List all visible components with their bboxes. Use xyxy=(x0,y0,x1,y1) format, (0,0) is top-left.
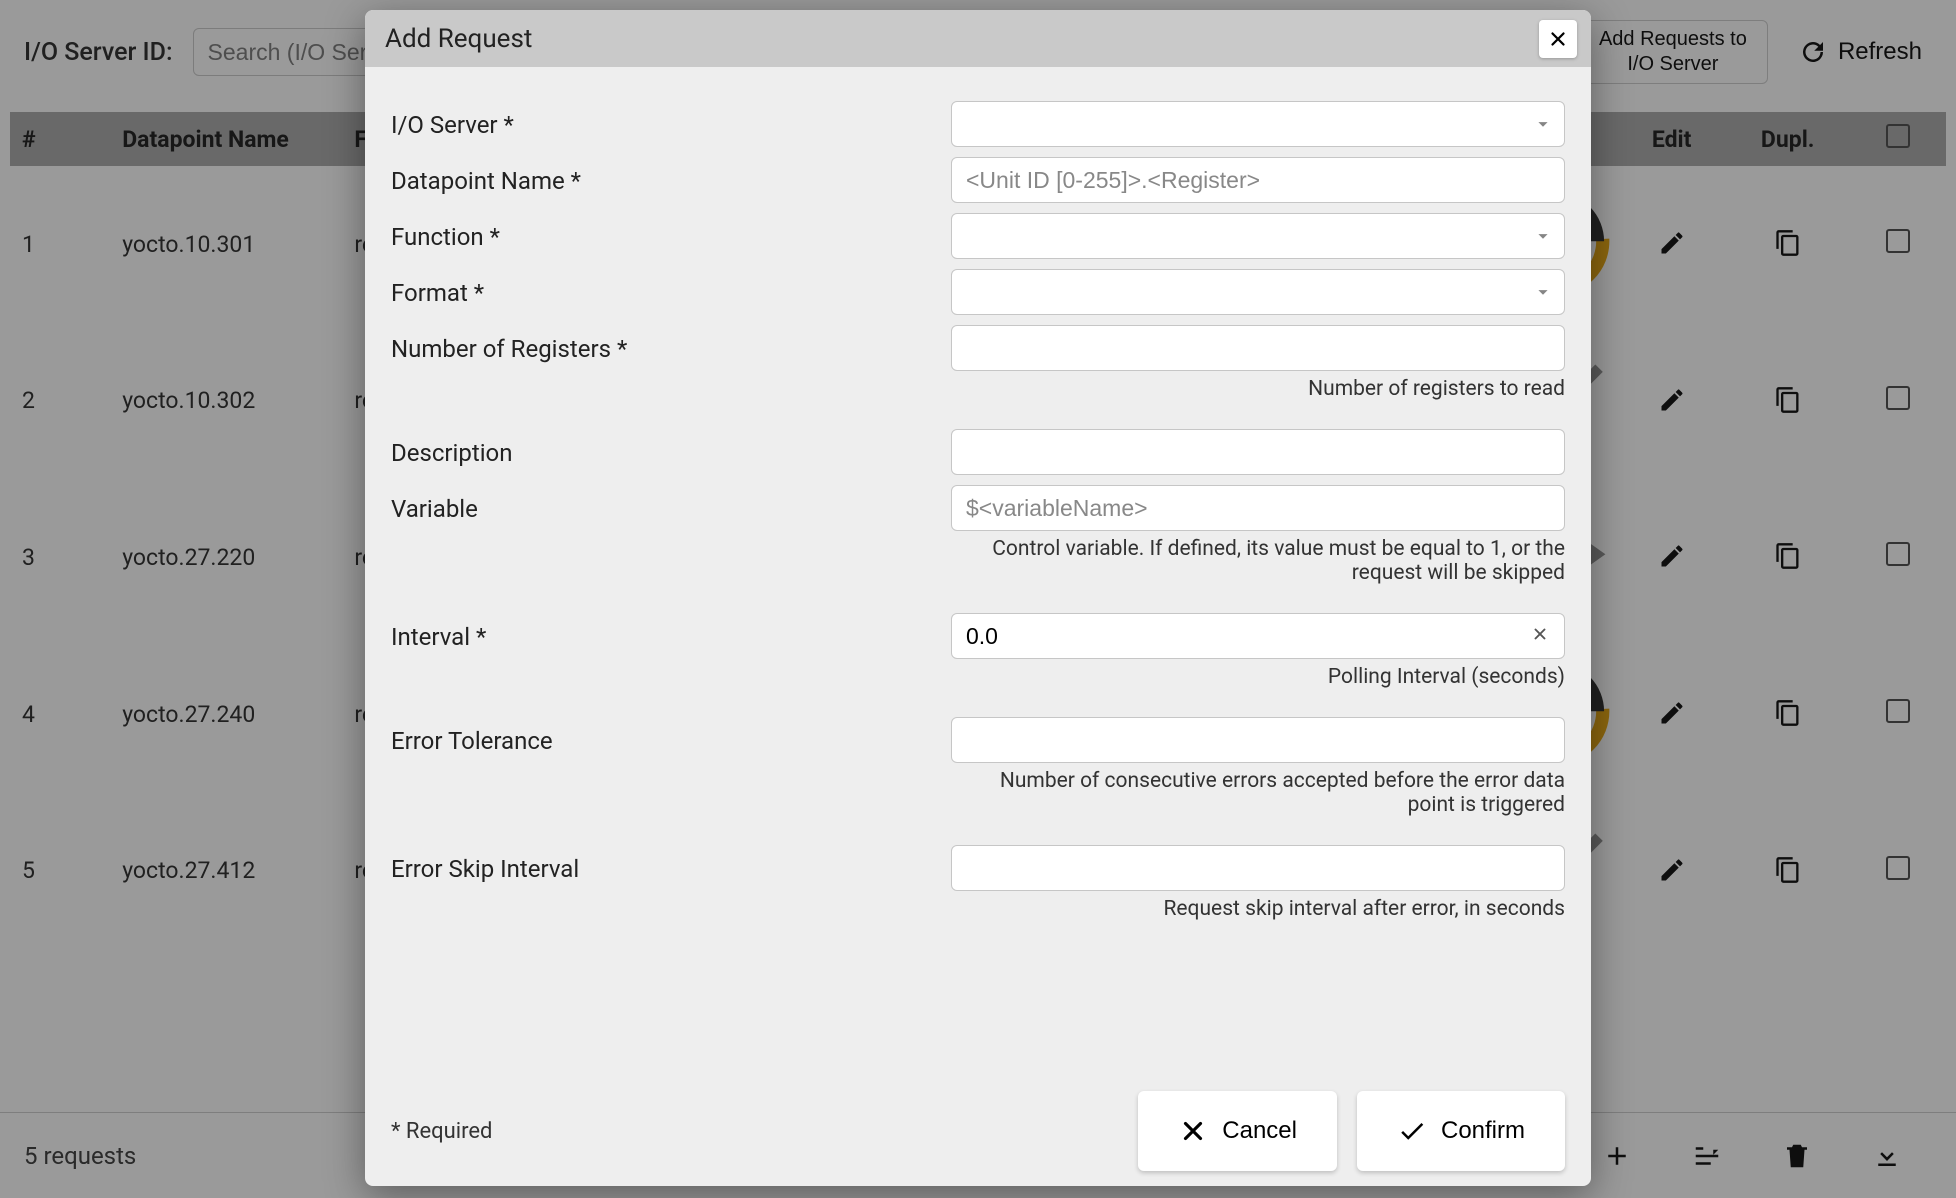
dialog-title: Add Request xyxy=(385,24,532,54)
required-note: * Required xyxy=(391,1119,492,1144)
cancel-button[interactable]: Cancel xyxy=(1138,1091,1337,1171)
confirm-label: Confirm xyxy=(1441,1117,1525,1145)
error-skip-label: Error Skip Interval xyxy=(391,845,951,883)
cancel-label: Cancel xyxy=(1222,1117,1297,1145)
io-server-select[interactable] xyxy=(951,101,1565,147)
datapoint-name-input[interactable] xyxy=(951,157,1565,203)
error-skip-input[interactable] xyxy=(951,845,1565,891)
num-registers-helper: Number of registers to read xyxy=(951,377,1565,401)
close-icon xyxy=(1547,28,1569,50)
description-input[interactable] xyxy=(951,429,1565,475)
error-skip-helper: Request skip interval after error, in se… xyxy=(951,897,1565,921)
variable-helper: Control variable. If defined, its value … xyxy=(951,537,1565,585)
num-registers-input[interactable] xyxy=(951,325,1565,371)
io-server-label: I/O Server * xyxy=(391,101,951,139)
dialog-close-button[interactable] xyxy=(1539,20,1577,58)
error-tolerance-label: Error Tolerance xyxy=(391,717,951,755)
add-request-dialog: Add Request I/O Server * Datapoint Name … xyxy=(365,10,1591,1186)
error-tolerance-input[interactable] xyxy=(951,717,1565,763)
variable-input[interactable] xyxy=(951,485,1565,531)
description-label: Description xyxy=(391,429,951,467)
interval-helper: Polling Interval (seconds) xyxy=(951,665,1565,689)
confirm-button[interactable]: Confirm xyxy=(1357,1091,1565,1171)
interval-input[interactable] xyxy=(951,613,1565,659)
datapoint-name-label: Datapoint Name * xyxy=(391,157,951,195)
chevron-down-icon xyxy=(1532,281,1554,303)
chevron-down-icon xyxy=(1532,225,1554,247)
error-tolerance-helper: Number of consecutive errors accepted be… xyxy=(951,769,1565,817)
variable-label: Variable xyxy=(391,485,951,523)
check-icon xyxy=(1397,1116,1427,1146)
chevron-down-icon xyxy=(1532,113,1554,135)
interval-clear-button[interactable] xyxy=(1525,622,1555,650)
function-label: Function * xyxy=(391,213,951,251)
close-icon xyxy=(1178,1116,1208,1146)
interval-label: Interval * xyxy=(391,613,951,651)
modal-scrim[interactable]: Add Request I/O Server * Datapoint Name … xyxy=(0,0,1956,1198)
num-registers-label: Number of Registers * xyxy=(391,325,951,363)
close-icon xyxy=(1531,625,1549,643)
format-select[interactable] xyxy=(951,269,1565,315)
function-select[interactable] xyxy=(951,213,1565,259)
format-label: Format * xyxy=(391,269,951,307)
